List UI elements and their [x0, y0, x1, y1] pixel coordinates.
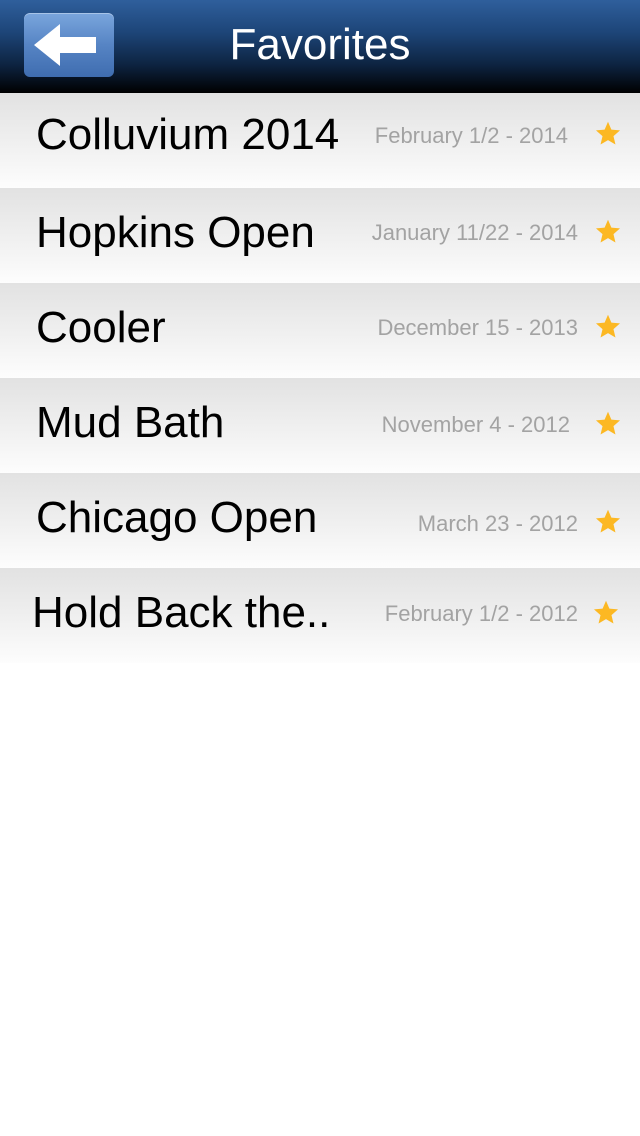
list-item[interactable]: Chicago Open March 23 - 2012	[0, 473, 640, 568]
list-item[interactable]: Hold Back the.. February 1/2 - 2012	[0, 568, 640, 663]
list-item[interactable]: Mud Bath November 4 - 2012	[0, 378, 640, 473]
item-name: Chicago Open	[36, 493, 318, 542]
star-icon[interactable]	[594, 410, 622, 438]
item-date: February 1/2 - 2012	[384, 601, 578, 626]
star-icon[interactable]	[592, 599, 620, 627]
item-date: February 1/2 - 2014	[374, 123, 568, 148]
item-name: Hopkins Open	[36, 208, 315, 257]
item-date: January 11/22 - 2014	[371, 220, 578, 245]
list-item[interactable]: Cooler December 15 - 2013	[0, 283, 640, 378]
favorites-list: Colluvium 2014 February 1/2 - 2014 Hopki…	[0, 93, 640, 663]
item-name: Mud Bath	[36, 398, 225, 447]
favorites-screen: Favorites Colluvium 2014 February 1/2 - …	[0, 0, 640, 1136]
navigation-bar: Favorites	[0, 0, 640, 93]
page-title: Favorites	[229, 20, 411, 69]
star-icon[interactable]	[594, 120, 622, 148]
star-icon[interactable]	[594, 218, 622, 246]
item-name: Hold Back the..	[32, 588, 331, 637]
list-item[interactable]: Colluvium 2014 February 1/2 - 2014	[0, 93, 640, 188]
item-date: November 4 - 2012	[381, 412, 570, 437]
item-date: March 23 - 2012	[417, 511, 578, 536]
item-name: Colluvium 2014	[36, 110, 340, 159]
item-date: December 15 - 2013	[377, 315, 578, 340]
star-icon[interactable]	[594, 508, 622, 536]
item-name: Cooler	[36, 303, 166, 352]
star-icon[interactable]	[594, 313, 622, 341]
list-item[interactable]: Hopkins Open January 11/22 - 2014	[0, 188, 640, 283]
